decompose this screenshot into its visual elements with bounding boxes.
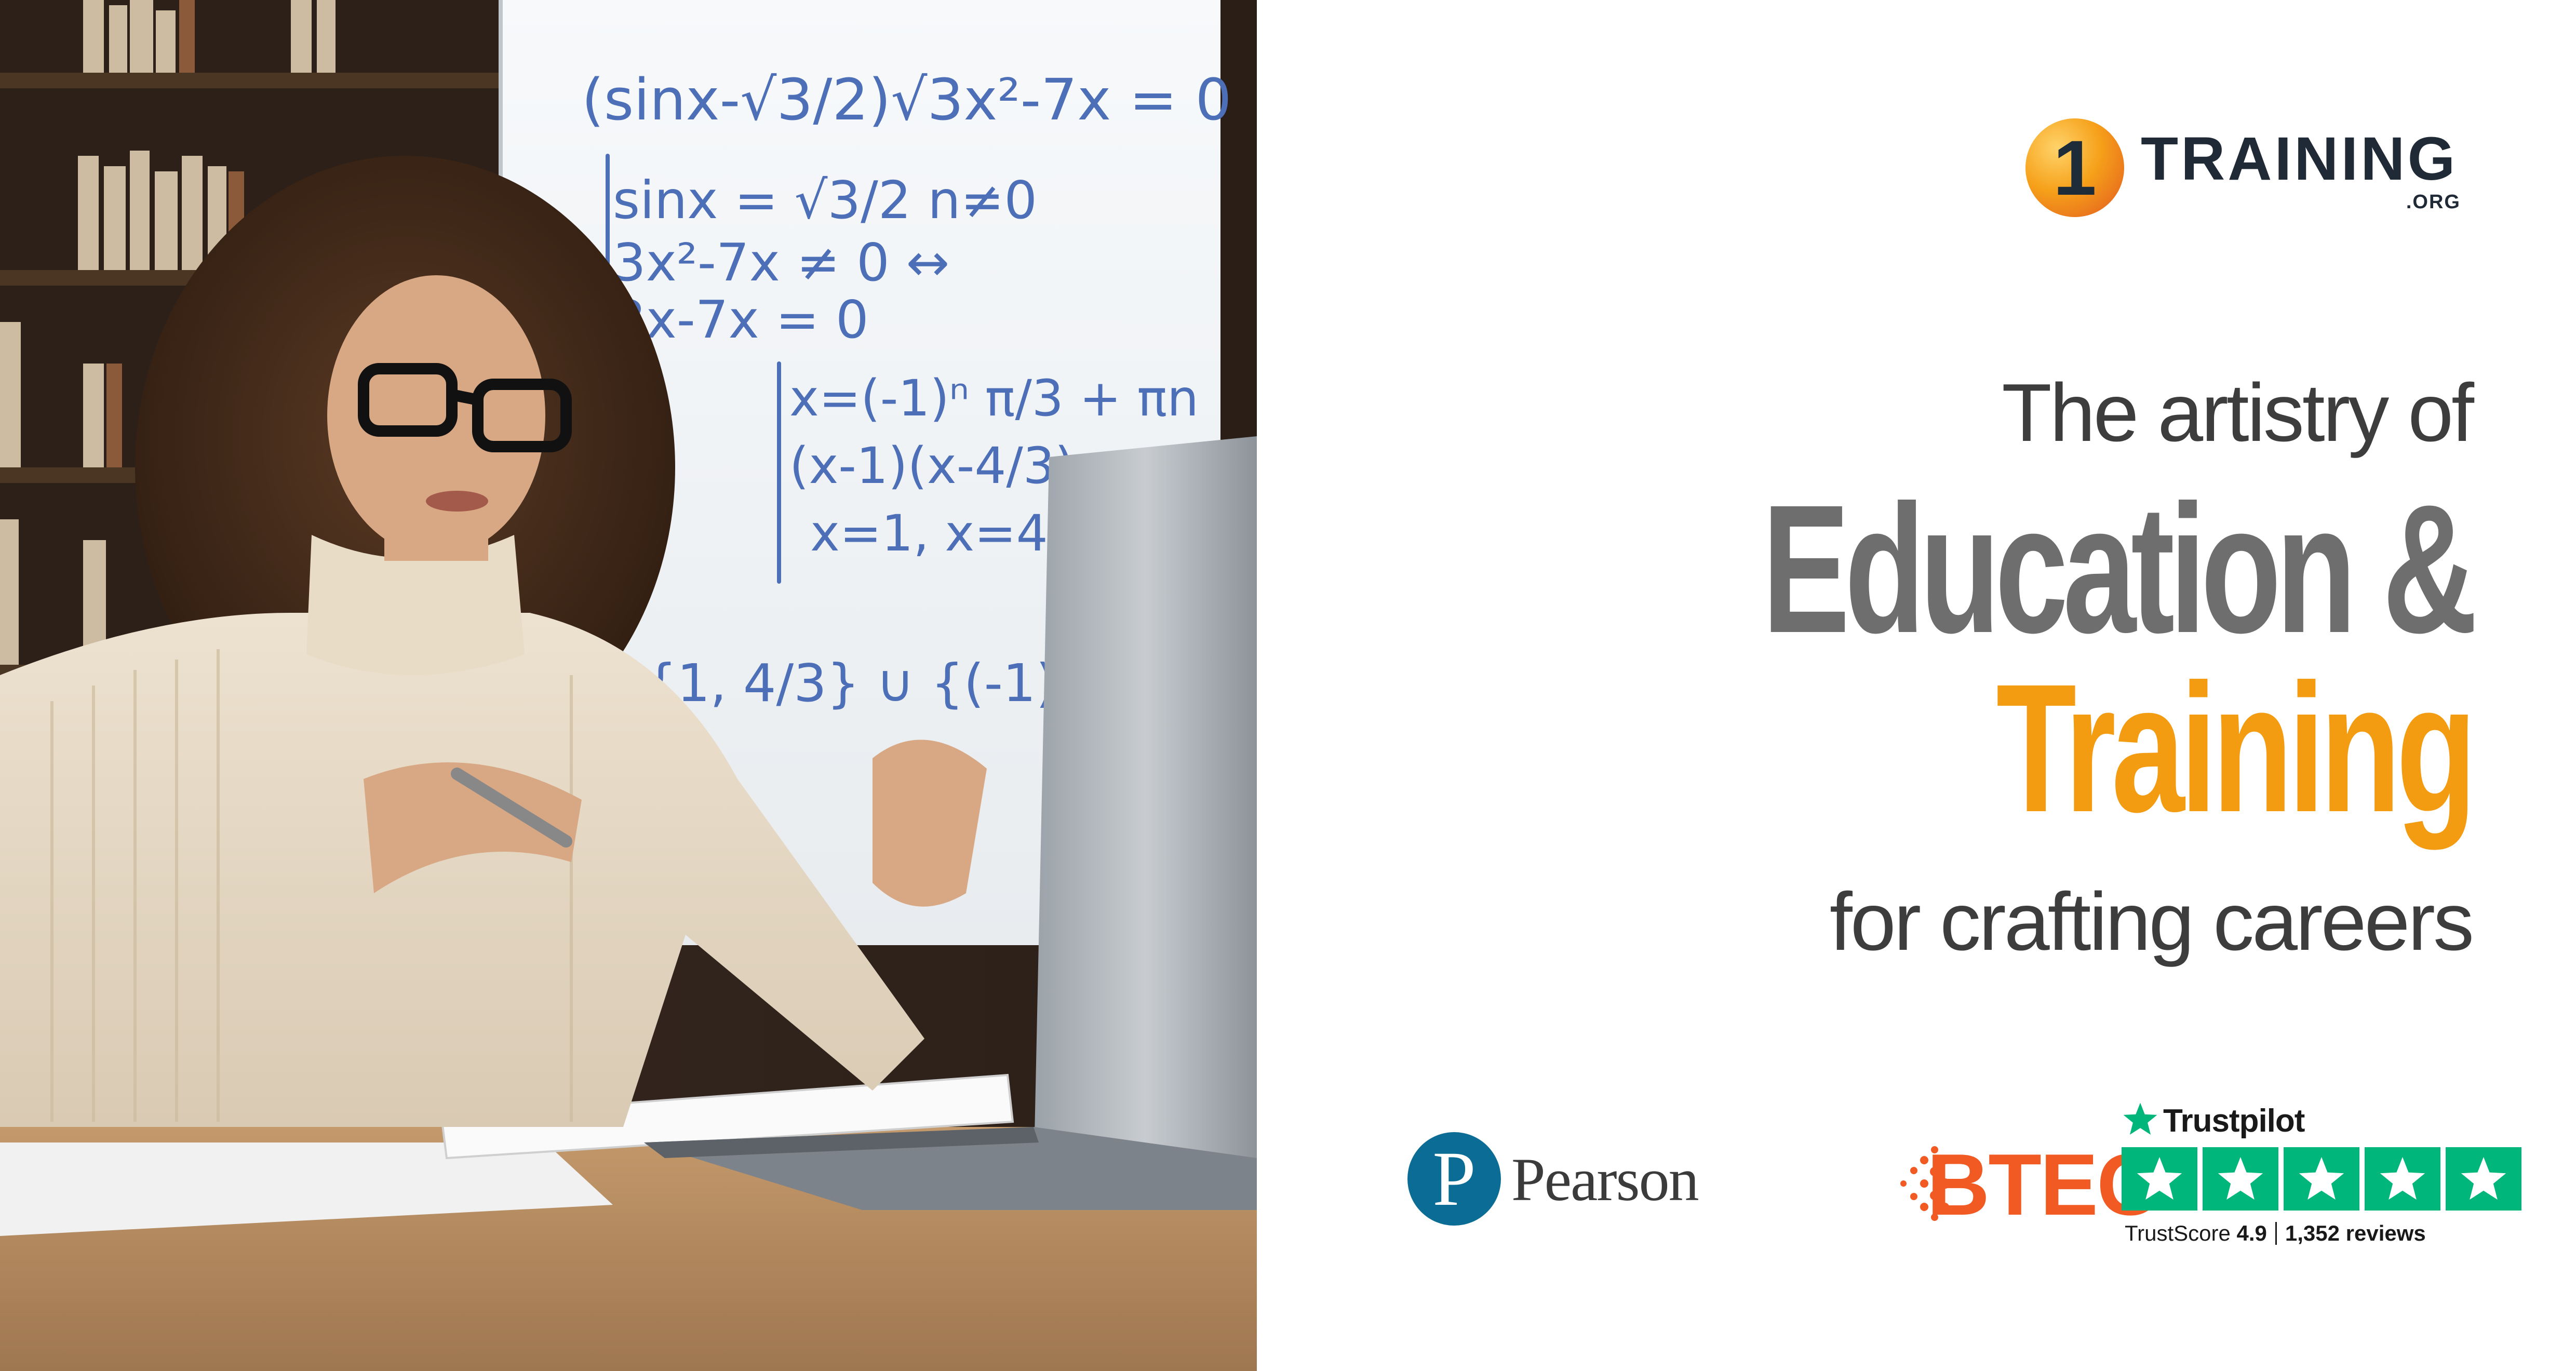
pearson-btec-logo: P Pearson BTEC: [1407, 1132, 2159, 1236]
board-line: (sinx-√3/2)√3x²-7x = 0: [582, 66, 1231, 133]
pearson-name: Pearson: [1511, 1146, 1699, 1214]
headline-line-2: Education &: [1762, 466, 2477, 671]
brand-tld: .ORG: [2406, 191, 2461, 213]
pearson-mark-letter: P: [1432, 1136, 1476, 1222]
trustscore-value: 4.9: [2236, 1221, 2267, 1245]
headline-line-4: for crafting careers: [1829, 876, 2474, 967]
trustpilot-name: Trustpilot: [2163, 1103, 2305, 1139]
trustscore-divider: [2275, 1222, 2277, 1245]
headline-line-3: Training: [1996, 646, 2476, 850]
brand-name: TRAINING: [2141, 125, 2458, 193]
board-line: x=(-1)ⁿ π/3 + πn: [789, 369, 1199, 427]
pearson-logo-icon: P: [1407, 1132, 1501, 1226]
board-line: 3x²-7x ≠ 0 ↔: [613, 232, 949, 293]
star-icon: [2446, 1147, 2521, 1211]
brand-logo[interactable]: 1 TRAINING .ORG: [2025, 114, 2472, 218]
star-icon: [2122, 1147, 2197, 1211]
trustpilot-star-icon: [2123, 1103, 2157, 1135]
review-count: 1,352 reviews: [2285, 1221, 2426, 1245]
trustpilot-rating-stars: [2122, 1147, 2521, 1211]
trustpilot-widget[interactable]: Trustpilot TrustScore 4.9 1,352 reviews: [2122, 1098, 2553, 1254]
logo-digit: 1: [2053, 124, 2097, 211]
trustscore-label: TrustScore: [2125, 1221, 2237, 1245]
trustscore-line: TrustScore 4.9 1,352 reviews: [2125, 1221, 2426, 1246]
board-line: sinx = √3/2 n≠0: [613, 170, 1037, 231]
hero-photo: (sinx-√3/2)√3x²-7x = 0 sinx = √3/2 n≠0 3…: [0, 0, 1257, 1371]
star-icon: [2365, 1147, 2440, 1211]
star-icon: [2203, 1147, 2278, 1211]
board-line: (x-1)(x-4/3): [789, 437, 1074, 495]
headline-line-1: The artistry of: [2002, 367, 2474, 459]
star-icon: [2284, 1147, 2359, 1211]
content-panel: 1 TRAINING .ORG The artistry of Educatio…: [1257, 0, 2576, 1371]
